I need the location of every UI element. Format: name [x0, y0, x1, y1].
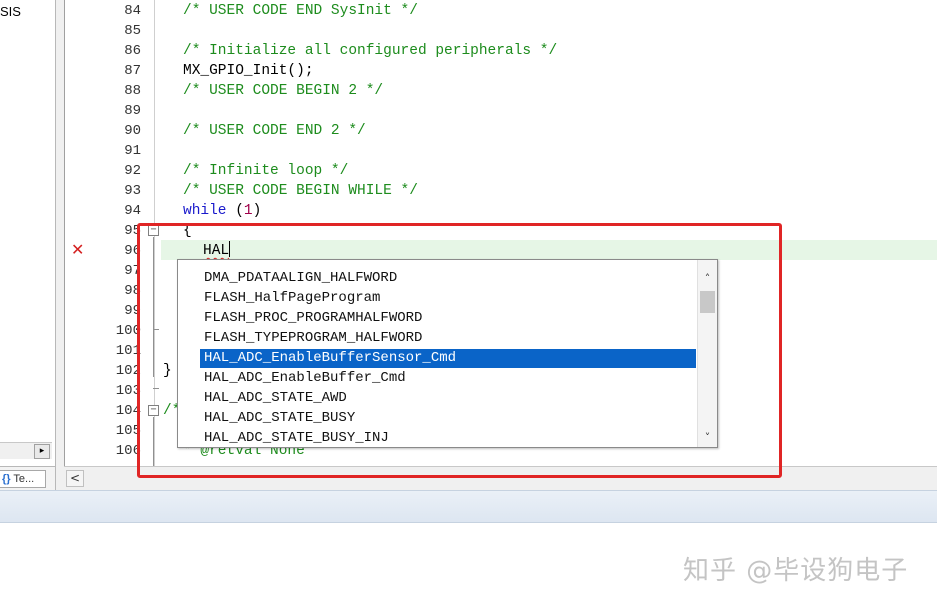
code-text[interactable]: }	[163, 361, 172, 381]
scroll-down-icon[interactable]: ˅	[698, 429, 717, 447]
line-number: 105	[115, 423, 141, 439]
line-number: 87	[124, 63, 141, 79]
autocomplete-scrollbar[interactable]: ˄ ˅	[697, 260, 717, 447]
line-number: 98	[124, 283, 141, 299]
code-text[interactable]: /* Initialize all configured peripherals…	[183, 41, 557, 61]
editor-hscrollbar[interactable]: <	[64, 466, 937, 490]
line-number: 106	[115, 443, 141, 459]
panel-splitter[interactable]	[56, 0, 64, 490]
tab-templates[interactable]: {} Te...	[0, 470, 46, 488]
line-number: 100	[115, 323, 141, 339]
project-panel: SIS ▸	[0, 0, 56, 466]
scroll-up-icon[interactable]: ˄	[698, 270, 717, 288]
typed-identifier: HAL	[203, 243, 230, 259]
autocomplete-popup[interactable]: DMA_PDATAALIGN_HALFWORD FLASH_HalfPagePro…	[177, 259, 718, 448]
code-text[interactable]: /* USER CODE END SysInit */	[183, 1, 418, 21]
project-panel-hscrollbar[interactable]: ▸	[0, 442, 52, 459]
code-line[interactable]: 93 /* USER CODE BEGIN WHILE */	[65, 181, 937, 201]
code-line[interactable]: 89	[65, 101, 937, 121]
line-number: 95	[124, 223, 141, 239]
watermark-text: 知乎 @毕设狗电子	[683, 556, 909, 586]
line-number: 103	[115, 383, 141, 399]
autocomplete-item[interactable]: FLASH_TYPEPROGRAM_HALFWORD	[200, 329, 696, 348]
fold-guide	[153, 237, 154, 377]
autocomplete-item[interactable]: DMA_PDATAALIGN_HALFWORD	[200, 269, 696, 288]
code-text[interactable]: while (1)	[183, 201, 261, 221]
line-number: 96	[124, 243, 141, 259]
fold-guide	[153, 417, 154, 466]
paren-token: )	[252, 203, 262, 219]
fold-end-marker	[153, 329, 159, 330]
autocomplete-item[interactable]: FLASH_HalfPageProgram	[200, 289, 696, 308]
line-number: 104	[115, 403, 141, 419]
line-number: 91	[124, 143, 141, 159]
code-line[interactable]: 95 {	[65, 221, 937, 241]
code-line[interactable]: 85	[65, 21, 937, 41]
code-line[interactable]: 87 MX_GPIO_Init();	[65, 61, 937, 81]
text-caret	[229, 241, 231, 257]
autocomplete-item[interactable]: HAL_ADC_EnableBufferSensor_Cmd	[200, 349, 696, 368]
scroll-right-arrow-icon[interactable]: ▸	[34, 444, 50, 459]
line-number: 101	[115, 343, 141, 359]
project-tree-item[interactable]: SIS	[0, 4, 21, 19]
line-number: 84	[124, 3, 141, 19]
autocomplete-item[interactable]: HAL_ADC_EnableBuffer_Cmd	[200, 369, 696, 388]
project-panel-tabs: {} Te...	[0, 466, 56, 490]
autocomplete-item[interactable]: HAL_ADC_STATE_BUSY_INJ	[200, 429, 696, 447]
fold-collapse-icon[interactable]: −	[148, 225, 159, 236]
line-number: 86	[124, 43, 141, 59]
code-line[interactable]: 88 /* USER CODE BEGIN 2 */	[65, 81, 937, 101]
autocomplete-item[interactable]: HAL_ADC_STATE_AWD	[200, 389, 696, 408]
line-number: 92	[124, 163, 141, 179]
code-text[interactable]: /* USER CODE BEGIN WHILE */	[183, 181, 418, 201]
template-icon: {}	[2, 473, 11, 485]
code-text[interactable]: HAL	[203, 241, 231, 261]
number-token: 1	[243, 203, 253, 219]
line-number: 97	[124, 263, 141, 279]
status-bar	[0, 490, 937, 523]
tab-templates-label: Te...	[13, 473, 35, 485]
code-line[interactable]: 94 while (1)	[65, 201, 937, 221]
code-text[interactable]: MX_GPIO_Init();	[183, 61, 314, 81]
line-number: 88	[124, 83, 141, 99]
fold-end-marker	[153, 388, 159, 389]
scroll-left-arrow-icon[interactable]: <	[66, 470, 84, 487]
paren-token: (	[226, 203, 244, 219]
code-text[interactable]: /* Infinite loop */	[183, 161, 348, 181]
code-line[interactable]: 90 /* USER CODE END 2 */	[65, 121, 937, 141]
fold-collapse-icon[interactable]: −	[148, 405, 159, 416]
line-number: 90	[124, 123, 141, 139]
line-number: 102	[115, 363, 141, 379]
keyword-token: while	[183, 203, 227, 219]
scrollbar-thumb[interactable]	[700, 291, 715, 313]
code-line[interactable]: 92 /* Infinite loop */	[65, 161, 937, 181]
autocomplete-item[interactable]: FLASH_PROC_PROGRAMHALFWORD	[200, 309, 696, 328]
line-number: 89	[124, 103, 141, 119]
line-number: 99	[124, 303, 141, 319]
code-text[interactable]: /* USER CODE BEGIN 2 */	[183, 81, 383, 101]
code-line[interactable]: 91	[65, 141, 937, 161]
line-number: 94	[124, 203, 141, 219]
code-line[interactable]: 96 HAL	[65, 241, 937, 261]
code-text[interactable]: /* USER CODE END 2 */	[183, 121, 366, 141]
autocomplete-item[interactable]: HAL_ADC_STATE_BUSY	[200, 409, 696, 428]
code-line[interactable]: 84 /* USER CODE END SysInit */	[65, 1, 937, 21]
code-text[interactable]: {	[183, 221, 192, 241]
code-line[interactable]: 86 /* Initialize all configured periphera…	[65, 41, 937, 61]
line-number: 93	[124, 183, 141, 199]
line-number: 85	[124, 23, 141, 39]
